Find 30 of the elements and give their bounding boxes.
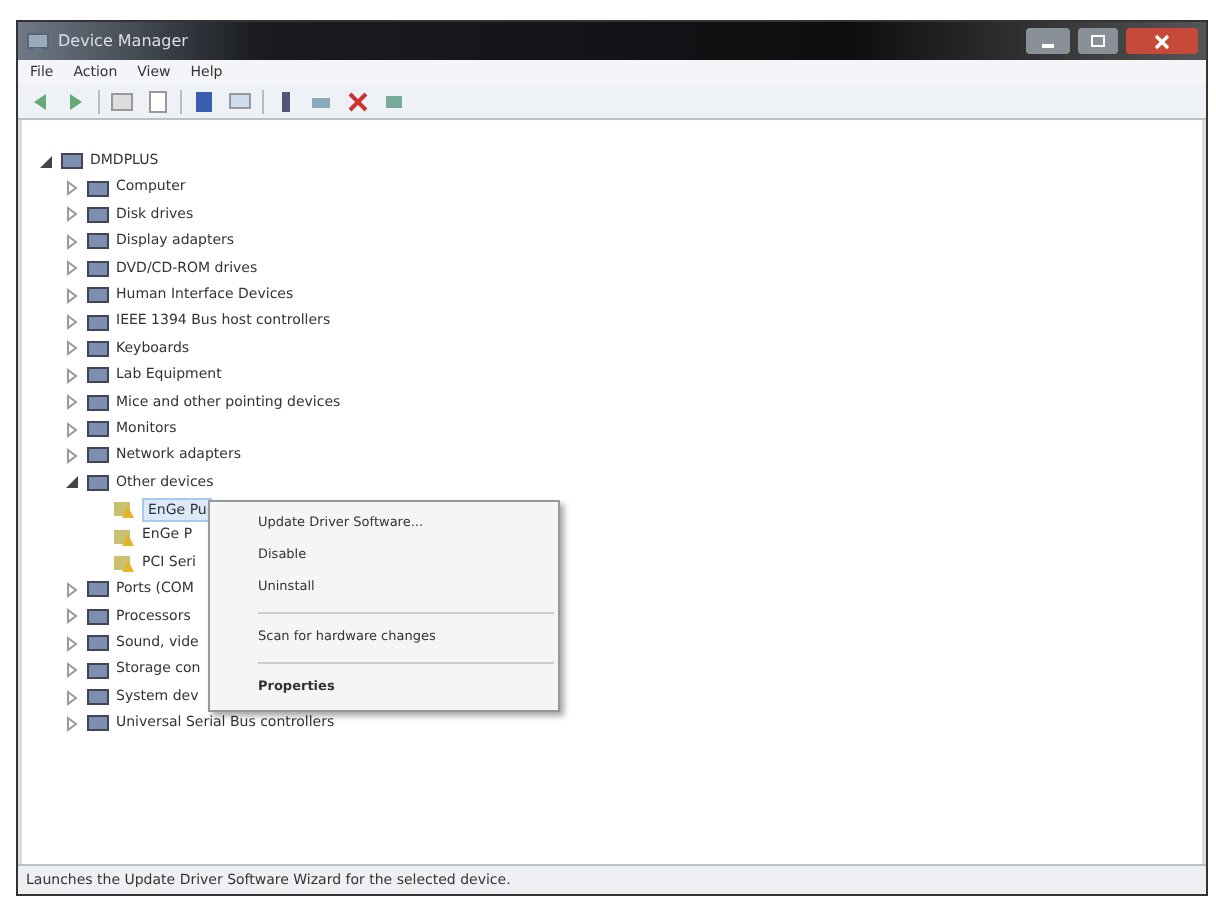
close-button[interactable] xyxy=(1126,28,1198,54)
remove-icon[interactable] xyxy=(344,87,372,115)
expand-arrow-icon[interactable] xyxy=(64,314,80,331)
expand-arrow-icon[interactable] xyxy=(64,689,80,705)
window-title: Device Manager xyxy=(58,29,188,53)
monitor-icon[interactable] xyxy=(226,87,254,115)
expand-arrow-icon[interactable] xyxy=(64,233,80,250)
window-icon[interactable] xyxy=(108,87,136,115)
expand-arrow-icon[interactable] xyxy=(64,421,80,438)
expand-arrow-icon[interactable] xyxy=(64,581,80,598)
expand-arrow-icon[interactable] xyxy=(64,447,80,464)
maximize-icon xyxy=(1090,34,1106,48)
close-icon xyxy=(1154,33,1170,49)
expand-arrow-icon[interactable] xyxy=(64,260,80,277)
expand-arrow-icon[interactable] xyxy=(64,367,80,384)
expand-arrow-icon[interactable] xyxy=(64,206,80,223)
app-icon xyxy=(26,29,50,53)
expand-arrow-icon[interactable] xyxy=(64,180,80,197)
expand-arrow-icon[interactable] xyxy=(64,635,80,652)
expand-arrow-icon[interactable] xyxy=(64,608,80,625)
expand-arrow-icon[interactable] xyxy=(64,340,80,357)
maximize-button[interactable] xyxy=(1078,28,1118,54)
expand-arrow-icon[interactable] xyxy=(64,287,80,304)
expand-arrow-icon[interactable] xyxy=(64,715,80,732)
minimize-button[interactable] xyxy=(1026,28,1070,54)
expand-arrow-icon[interactable] xyxy=(64,394,80,411)
collapse-arrow-icon[interactable] xyxy=(64,474,80,491)
page-icon[interactable] xyxy=(144,87,172,115)
collapse-arrow-icon[interactable] xyxy=(38,153,54,170)
expand-arrow-icon[interactable] xyxy=(64,662,80,679)
